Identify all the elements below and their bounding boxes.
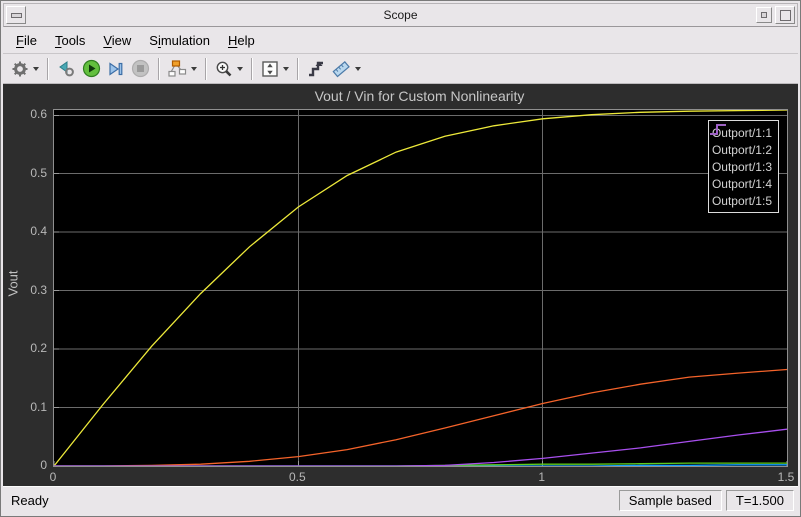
measurements-button[interactable] (328, 58, 364, 80)
legend-item: Outport/1:3 (709, 124, 772, 175)
fit-to-view-icon (262, 60, 278, 77)
triggers-button[interactable] (304, 58, 328, 80)
y-tick-label: 0.3 (30, 282, 47, 297)
chart-canvas[interactable] (54, 110, 787, 466)
status-sample-mode: Sample based (618, 490, 722, 511)
x-tick-label: 0 (49, 470, 57, 484)
plot-title: Vout / Vin for Custom Nonlinearity (314, 88, 525, 104)
toolbar (3, 54, 798, 84)
highlight-block-button[interactable] (165, 58, 200, 80)
trace-Outport/1:5 (54, 428, 787, 466)
legend-label: Outport/1:4 (711, 176, 772, 191)
menu-help[interactable]: Help (219, 30, 264, 51)
y-tick-label: 0.1 (30, 399, 47, 414)
status-ready-text: Ready (11, 493, 49, 508)
zoom-button[interactable] (212, 58, 246, 80)
settings-dropdown-caret[interactable] (33, 66, 39, 71)
legend[interactable]: Outport/1:1 Outport/1:2 Outport/1:3 Outport… (707, 120, 779, 213)
menu-simulation[interactable]: Simulation (140, 30, 219, 51)
x-tick-label: 0.5 (288, 470, 306, 484)
legend-item: Outport/1:2 (709, 124, 772, 158)
status-sim-time: T=1.500 (725, 490, 794, 511)
legend-label: Outport/1:3 (711, 159, 772, 174)
trace-Outport/1:1 (54, 110, 787, 466)
y-tick-label: 0.6 (30, 107, 47, 122)
x-tick-label: 1 (538, 470, 545, 484)
settings-button[interactable] (8, 58, 42, 80)
toolbar-separator (47, 57, 49, 80)
fit-to-view-dropdown-caret[interactable] (283, 66, 289, 71)
run-icon (82, 59, 101, 78)
menu-file[interactable]: File (7, 30, 46, 51)
legend-item: Outport/1:4 (709, 124, 772, 192)
legend-label: Outport/1:5 (711, 193, 772, 208)
zoom-icon (216, 61, 232, 76)
fit-to-view-button[interactable] (258, 58, 292, 80)
zoom-dropdown-caret[interactable] (237, 66, 243, 71)
step-forward-icon (109, 61, 123, 76)
step-forward-button[interactable] (104, 58, 128, 80)
title-bar: Scope (3, 3, 798, 27)
menu-view[interactable]: View (94, 30, 140, 51)
stop-button (128, 57, 153, 80)
legend-label: Outport/1:2 (711, 142, 772, 157)
highlight-block-dropdown-caret[interactable] (191, 66, 197, 71)
toolbar-separator (297, 57, 299, 80)
run-button[interactable] (79, 57, 104, 80)
menu-bar: File Tools View Simulation Help (3, 27, 798, 54)
window-title: Scope (383, 8, 418, 22)
legend-line-swatch (709, 124, 726, 135)
step-back-icon (59, 60, 74, 76)
scope-window: Scope File Tools View Simulation Help Vo… (0, 0, 801, 517)
settings-gear-icon (12, 61, 28, 76)
stop-icon (131, 59, 150, 78)
y-tick-label: 0.2 (30, 341, 47, 356)
y-tick-label: 0.5 (30, 165, 47, 180)
plot-axes[interactable]: Outport/1:1 Outport/1:2 Outport/1:3 Outport… (53, 109, 788, 467)
measurements-dropdown-caret[interactable] (355, 66, 361, 71)
status-bar: Ready Sample based T=1.500 (3, 486, 798, 514)
legend-item: Outport/1:5 (709, 124, 772, 209)
plot-region: Vout / Vin for Custom Nonlinearity Vout … (3, 84, 798, 486)
menu-tools[interactable]: Tools (46, 30, 94, 51)
toolbar-separator (158, 57, 160, 80)
triggers-icon (309, 61, 323, 76)
toolbar-separator (205, 57, 207, 80)
x-tick-label: 1.5 (777, 470, 795, 484)
toolbar-separator (251, 57, 253, 80)
highlight-block-icon (168, 59, 187, 77)
measurements-icon (332, 60, 350, 77)
trace-Outport/1:3 (54, 368, 787, 466)
y-tick-label: 0.4 (30, 224, 47, 239)
step-back-button[interactable] (54, 58, 79, 80)
